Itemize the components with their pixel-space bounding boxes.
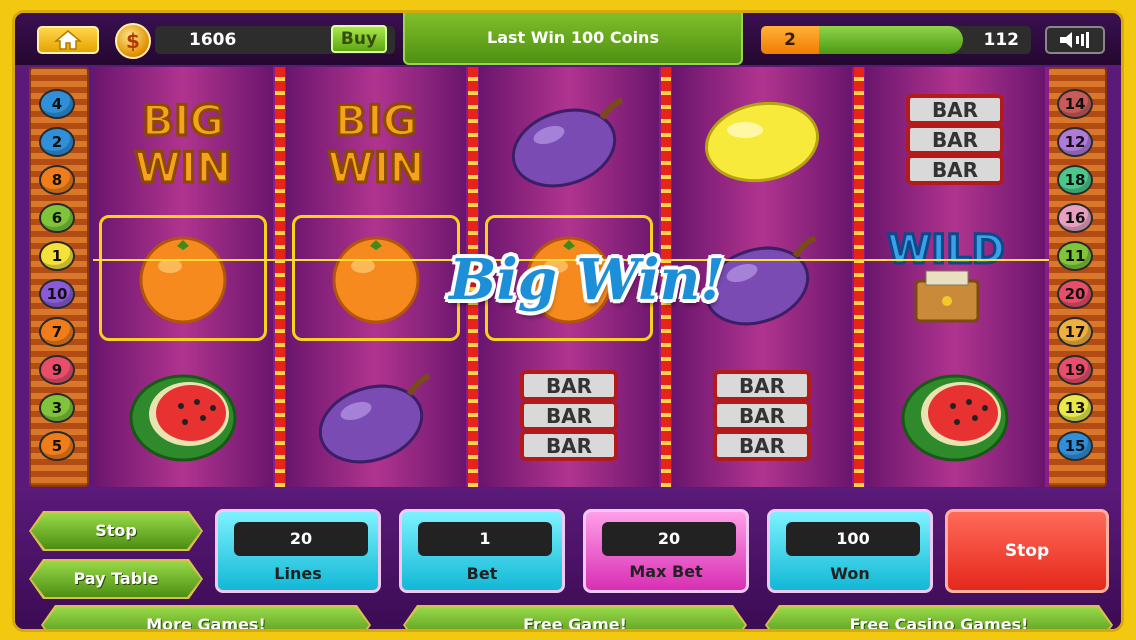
lines-value: 20 [234,522,368,556]
coin-icon: $ [115,23,151,59]
more-games-button[interactable]: More Games! [43,607,369,632]
payline-14-indicator[interactable]: 14 [1057,89,1093,119]
big-win-banner: Big Win! [449,247,725,313]
big-win-symbol: BIG WIN [99,77,267,203]
won-label: Won [830,564,870,583]
control-panel: Stop Pay Table 20 Lines 1 Bet 20 Max Bet… [15,487,1121,632]
bar-symbol: BAR BAR BAR [485,353,653,479]
payline-4-indicator[interactable]: 4 [39,89,75,119]
bar-symbol: BAR BAR BAR [678,353,846,479]
bet-value: 1 [418,522,552,556]
payline-6-indicator[interactable]: 6 [39,203,75,233]
bet-control[interactable]: 1 Bet [399,509,565,593]
lines-control[interactable]: 20 Lines [215,509,381,593]
max-bet-button[interactable]: 20 Max Bet [583,509,749,593]
payline-13-indicator[interactable]: 13 [1057,393,1093,423]
xp-progress-bar: 112 [819,26,1031,54]
svg-text:BAR: BAR [546,404,592,428]
free-game-button[interactable]: Free Game! [405,607,745,632]
xp-progress-fill [819,26,964,54]
won-value: 100 [786,522,920,556]
top-bar: 1606 $ Buy Last Win 100 Coins 2 112 [15,13,1121,65]
svg-text:BAR: BAR [932,158,978,182]
buy-button[interactable]: Buy [331,25,387,53]
svg-text:BAR: BAR [739,434,785,458]
svg-text:WIN: WIN [134,143,231,190]
payline-8-indicator[interactable]: 8 [39,165,75,195]
wild-symbol: WILD [871,215,1039,341]
home-icon [54,30,82,50]
svg-text:BAR: BAR [739,404,785,428]
watermelon-symbol [871,353,1039,479]
max-bet-label: Max Bet [629,562,703,581]
slot-machine-frame: 1606 $ Buy Last Win 100 Coins 2 112 4286… [12,10,1124,632]
payline-12-indicator[interactable]: 12 [1057,127,1093,157]
svg-text:WIN: WIN [327,143,424,190]
payline-15-indicator[interactable]: 15 [1057,431,1093,461]
won-display: 100 Won [767,509,933,593]
coin-balance-value: 1606 [189,30,237,50]
reel-5: BAR BAR BAR WILD [865,67,1045,487]
payline-11-indicator[interactable]: 11 [1057,241,1093,271]
home-button[interactable] [37,26,99,54]
bar-symbol: BAR BAR BAR [871,77,1039,203]
reel-separator [275,67,285,487]
speaker-icon [1060,32,1089,48]
reel-separator [854,67,864,487]
stop-small-button[interactable]: Stop [31,513,201,549]
payline-3-indicator[interactable]: 3 [39,393,75,423]
payline-19-indicator[interactable]: 19 [1057,355,1093,385]
svg-text:BAR: BAR [739,374,785,398]
payline-2-indicator[interactable]: 2 [39,127,75,157]
payline-1-indicator[interactable]: 1 [39,241,75,271]
svg-text:BIG: BIG [335,96,417,145]
paylines-left: 4 2 8 6 1 10 7 9 3 5 [29,67,89,487]
payline-5-indicator[interactable]: 5 [39,431,75,461]
xp-value: 112 [983,30,1020,50]
svg-text:BAR: BAR [932,98,978,122]
svg-text:WILD: WILD [887,227,1005,273]
stop-spin-button[interactable]: Stop [945,509,1109,593]
plum-symbol [485,77,653,203]
free-casino-games-button[interactable]: Free Casino Games! [767,607,1111,632]
sound-toggle-button[interactable] [1045,26,1105,54]
plum-symbol [292,353,460,479]
last-win-display: Last Win 100 Coins [403,13,743,65]
payline-17-indicator[interactable]: 17 [1057,317,1093,347]
bet-label: Bet [466,564,498,583]
lines-label: Lines [274,564,322,583]
payline-16-indicator[interactable]: 16 [1057,203,1093,233]
svg-text:BIG: BIG [142,96,224,145]
paylines-right: 14 12 18 16 11 20 17 19 13 15 [1047,67,1107,487]
svg-text:BAR: BAR [546,374,592,398]
pay-table-button[interactable]: Pay Table [31,561,201,597]
svg-text:BAR: BAR [546,434,592,458]
payline-20-indicator[interactable]: 20 [1057,279,1093,309]
payline-18-indicator[interactable]: 18 [1057,165,1093,195]
watermelon-symbol [99,353,267,479]
level-badge: 2 [761,26,819,54]
reel-1: BIG WIN [93,67,273,487]
svg-text:BAR: BAR [932,128,978,152]
big-win-symbol: BIG WIN [292,77,460,203]
lemon-symbol [678,77,846,203]
orange-symbol [99,215,267,341]
payline-10-indicator[interactable]: 10 [39,279,75,309]
max-bet-value: 20 [602,522,736,556]
payline-9-indicator[interactable]: 9 [39,355,75,385]
payline-7-indicator[interactable]: 7 [39,317,75,347]
